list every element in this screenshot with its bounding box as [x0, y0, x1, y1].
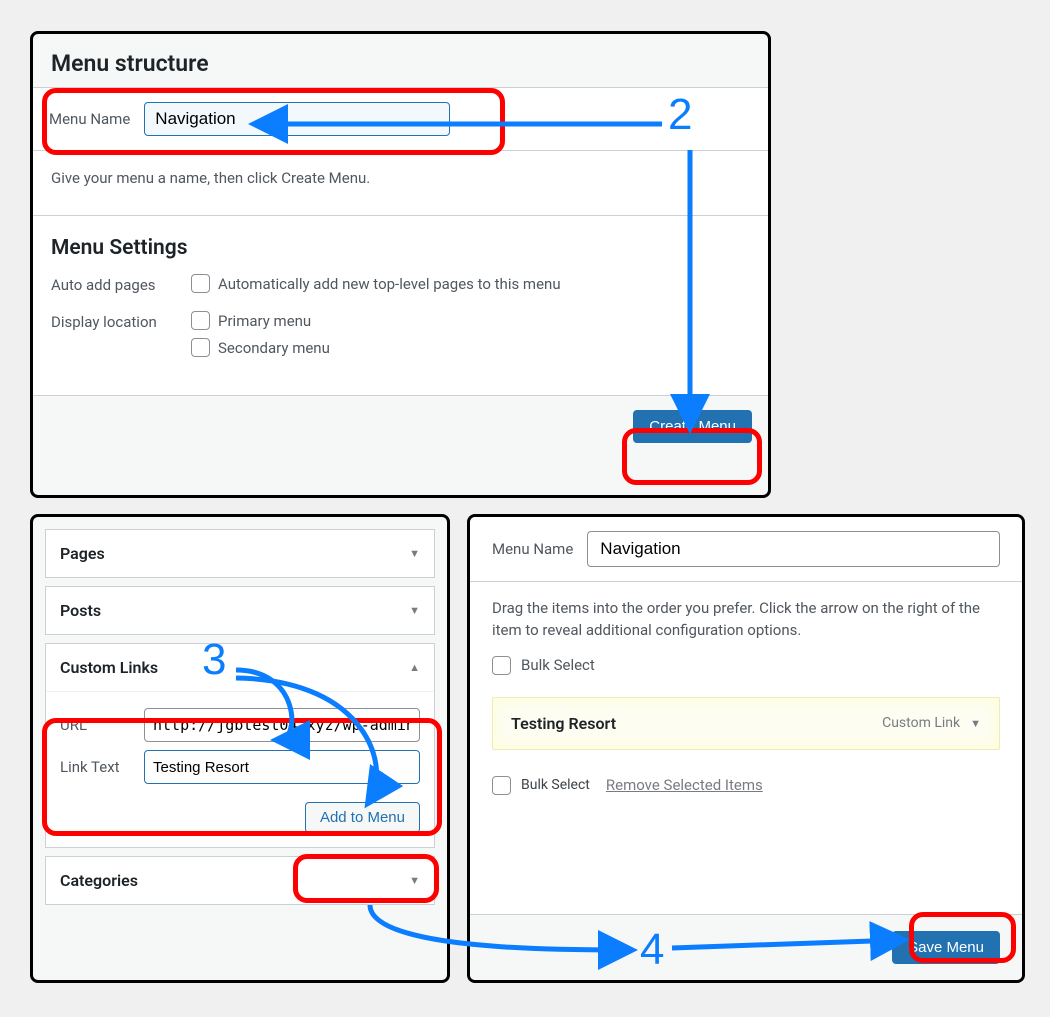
section-title-menu-structure: Menu structure: [33, 34, 768, 87]
accordion-pages-label: Pages: [60, 544, 105, 563]
auto-add-pages-checkbox[interactable]: [191, 274, 210, 293]
caret-down-icon[interactable]: ▼: [970, 717, 981, 730]
link-text-field-label: Link Text: [60, 758, 134, 776]
remove-selected-link[interactable]: Remove Selected Items: [606, 776, 763, 794]
caret-up-icon: ▲: [409, 661, 420, 674]
url-field-label: URL: [60, 716, 134, 734]
bulk-select-checkbox-bottom[interactable]: [492, 776, 511, 795]
accordion-posts-label: Posts: [60, 601, 101, 620]
accordion-posts[interactable]: Posts ▼: [46, 587, 434, 634]
auto-add-pages-label: Auto add pages: [51, 274, 191, 294]
accordion-categories-label: Categories: [60, 871, 138, 890]
menu-item-title: Testing Resort: [511, 714, 616, 733]
bulk-select-checkbox-top[interactable]: [492, 656, 511, 675]
display-location-label: Display location: [51, 311, 191, 331]
url-field[interactable]: [144, 708, 420, 742]
create-menu-button[interactable]: Create Menu: [633, 410, 752, 443]
secondary-menu-option-text: Secondary menu: [218, 339, 330, 357]
add-to-menu-button[interactable]: Add to Menu: [305, 802, 420, 833]
caret-down-icon: ▼: [409, 604, 420, 617]
accordion-pages[interactable]: Pages ▼: [46, 530, 434, 577]
auto-add-pages-option-text: Automatically add new top-level pages to…: [218, 275, 561, 293]
step-number-3: 3: [202, 635, 226, 685]
accordion-categories[interactable]: Categories ▼: [46, 857, 434, 904]
menu-item-type: Custom Link: [882, 715, 960, 731]
menu-name-label: Menu Name: [49, 110, 130, 128]
caret-down-icon: ▼: [409, 874, 420, 887]
menu-name-input[interactable]: [144, 102, 450, 136]
menu-name-input-2[interactable]: [587, 531, 1000, 567]
bulk-select-label-bottom: Bulk Select: [521, 777, 590, 793]
save-menu-button[interactable]: Save Menu: [892, 931, 1000, 964]
primary-menu-checkbox[interactable]: [191, 311, 210, 330]
bulk-select-label-top: Bulk Select: [521, 656, 595, 674]
menu-name-label-2: Menu Name: [492, 540, 573, 558]
section-title-menu-settings: Menu Settings: [51, 236, 750, 260]
link-text-field[interactable]: [144, 750, 420, 784]
primary-menu-option-text: Primary menu: [218, 312, 311, 330]
accordion-custom-links-label: Custom Links: [60, 658, 158, 677]
menu-order-hint: Drag the items into the order you prefer…: [470, 582, 1022, 650]
step-number-2: 2: [668, 90, 692, 140]
secondary-menu-checkbox[interactable]: [191, 338, 210, 357]
step-number-4: 4: [640, 925, 664, 975]
accordion-custom-links[interactable]: Custom Links ▲: [46, 644, 434, 691]
menu-item-row[interactable]: Testing Resort Custom Link ▼: [492, 697, 1000, 750]
caret-down-icon: ▼: [409, 547, 420, 560]
menu-name-hint: Give your menu a name, then click Create…: [33, 151, 768, 216]
